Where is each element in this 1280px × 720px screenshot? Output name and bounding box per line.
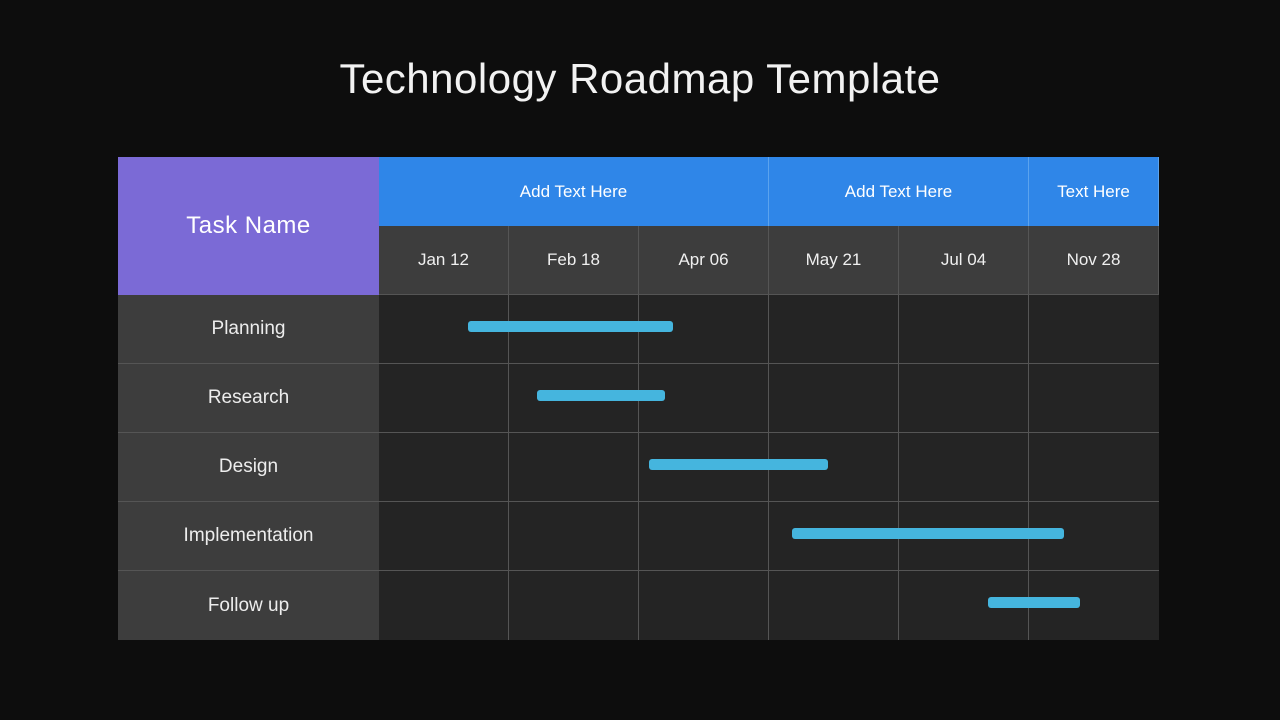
grid-cell: [379, 571, 509, 640]
grid-cell: [509, 433, 639, 502]
grid-cell: [769, 364, 899, 433]
task-label-design: Design: [118, 433, 379, 502]
date-header-4: May 21: [769, 226, 899, 295]
task-label-research: Research: [118, 364, 379, 433]
grid-cell: [1029, 433, 1159, 502]
group-header-3[interactable]: Text Here: [1029, 157, 1159, 226]
grid-cell: [509, 571, 639, 640]
gantt-bar[interactable]: [468, 321, 673, 332]
gantt-bar[interactable]: [792, 528, 1064, 539]
grid-cell: [769, 571, 899, 640]
group-header-1[interactable]: Add Text Here: [379, 157, 769, 226]
grid-cell: [1029, 295, 1159, 364]
gantt-bar[interactable]: [649, 459, 828, 470]
grid-cell: [509, 502, 639, 571]
grid-cell: [899, 364, 1029, 433]
grid-cell: [639, 571, 769, 640]
date-header-2: Feb 18: [509, 226, 639, 295]
page-title: Technology Roadmap Template: [339, 55, 941, 102]
grid-cell: [379, 502, 509, 571]
grid-cell: [899, 433, 1029, 502]
group-header-2[interactable]: Add Text Here: [769, 157, 1029, 226]
task-name-column-header: Task Name: [118, 157, 379, 295]
task-label-planning: Planning: [118, 295, 379, 364]
grid-cell: [379, 433, 509, 502]
grid-cell: [1029, 364, 1159, 433]
date-header-6: Nov 28: [1029, 226, 1159, 295]
date-header-5: Jul 04: [899, 226, 1029, 295]
task-label-implementation: Implementation: [118, 502, 379, 571]
grid-cell: [769, 295, 899, 364]
date-header-1: Jan 12: [379, 226, 509, 295]
grid-cell: [379, 364, 509, 433]
grid-cell: [639, 502, 769, 571]
date-header-3: Apr 06: [639, 226, 769, 295]
gantt-chart: Task Name Add Text Here Add Text Here Te…: [118, 157, 1161, 641]
grid-cell: [899, 295, 1029, 364]
gantt-bar[interactable]: [537, 390, 665, 401]
task-label-follow-up: Follow up: [118, 571, 379, 640]
gantt-bar[interactable]: [988, 597, 1080, 608]
